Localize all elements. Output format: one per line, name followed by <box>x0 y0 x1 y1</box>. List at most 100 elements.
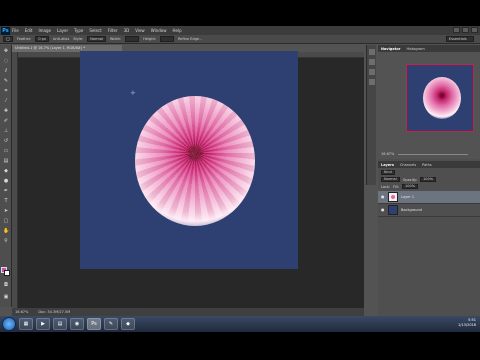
background-color-swatch[interactable] <box>4 270 10 276</box>
tab-histogram[interactable]: Histogram <box>406 47 424 51</box>
tab-navigator[interactable]: Navigator <box>381 47 400 51</box>
fill-input[interactable]: 100% <box>402 184 419 189</box>
eyedropper-tool-icon[interactable]: ⁄ <box>3 99 9 104</box>
dodge-tool-icon[interactable]: ● <box>3 179 9 184</box>
info-panel-icon[interactable] <box>369 69 375 75</box>
feather-label: Feather: <box>16 37 32 41</box>
blend-mode-select[interactable]: Normal <box>381 177 400 182</box>
opacity-input[interactable]: 100% <box>420 177 437 182</box>
status-bar: 16.67% Doc: 34.3M/27.5M <box>12 308 364 316</box>
tab-paths[interactable]: Paths <box>422 163 432 167</box>
layer-name[interactable]: Background <box>401 208 422 212</box>
windows-taskbar: ▦ ▶ ▤ ◉ Ps ✎ ◆ 5:51 1/13/2016 <box>0 316 480 332</box>
path-select-tool-icon[interactable]: ➤ <box>3 209 9 214</box>
style-select[interactable]: Normal <box>87 36 106 42</box>
layer-row[interactable]: ● Background <box>378 204 480 217</box>
blur-tool-icon[interactable]: ◆ <box>3 169 9 174</box>
menu-edit[interactable]: Edit <box>25 28 33 33</box>
options-bar: ◯ Feather: 0 px Anti-alias Style: Normal… <box>0 35 480 44</box>
workspace-select[interactable]: Essentials <box>446 36 474 42</box>
tools-panel: ✥ ◌ ℓ ✎ ⌗ ⁄ ✚ ✐ ⊥ ↺ ▭ ▤ ◆ ● ✒ T ➤ ▢ ✋ ⚲ … <box>0 45 12 307</box>
menu-select[interactable]: Select <box>89 28 101 33</box>
system-tray-clock[interactable]: 5:51 1/13/2016 <box>458 318 476 328</box>
move-tool-icon[interactable]: ✥ <box>3 49 9 54</box>
document-info: Doc: 34.3M/27.5M <box>38 310 71 314</box>
refine-edge-button[interactable]: Refine Edge... <box>178 37 202 41</box>
antialias-checkbox[interactable]: Anti-alias <box>53 37 69 41</box>
history-panel-icon[interactable] <box>369 49 375 55</box>
opacity-label: Opacity: <box>402 177 418 182</box>
lock-label: Lock: <box>381 184 391 189</box>
layer-name[interactable]: Layer 1 <box>401 195 414 199</box>
menu-help[interactable]: Help <box>172 28 181 33</box>
properties-panel-icon[interactable] <box>369 59 375 65</box>
flower-petals <box>135 96 255 226</box>
crop-tool-icon[interactable]: ⌗ <box>3 89 9 94</box>
marquee-tool-preset-icon[interactable]: ◯ <box>3 36 13 42</box>
menu-bar: Ps File Edit Image Layer Type Select Fil… <box>0 26 480 35</box>
eye-icon[interactable]: ● <box>381 195 385 199</box>
vertical-ruler[interactable] <box>12 52 18 308</box>
menu-file[interactable]: File <box>12 28 19 33</box>
menu-window[interactable]: Window <box>151 28 167 33</box>
menu-3d[interactable]: 3D <box>124 28 130 33</box>
paint-taskbar-icon[interactable]: ✎ <box>104 318 118 330</box>
tab-layers[interactable]: Layers <box>381 163 394 167</box>
marquee-tool-icon[interactable]: ◌ <box>3 59 9 64</box>
layers-tabs: Layers Channels Paths <box>378 161 480 168</box>
history-brush-tool-icon[interactable]: ↺ <box>3 139 9 144</box>
eraser-tool-icon[interactable]: ▭ <box>3 149 9 154</box>
layer-thumbnail <box>388 205 398 215</box>
document-canvas[interactable]: + <box>80 51 298 269</box>
lasso-tool-icon[interactable]: ℓ <box>3 69 9 74</box>
hand-tool-icon[interactable]: ✋ <box>3 229 9 234</box>
menu-filter[interactable]: Filter <box>108 28 118 33</box>
zoom-readout[interactable]: 16.67% <box>15 310 28 314</box>
photoshop-taskbar-icon[interactable]: Ps <box>87 318 101 330</box>
zoom-tool-icon[interactable]: ⚲ <box>3 239 9 244</box>
screen-mode-icon[interactable]: ▣ <box>3 295 9 300</box>
minimize-button[interactable] <box>453 27 460 33</box>
width-input[interactable] <box>125 36 140 42</box>
collapsed-panels <box>366 45 376 185</box>
menu-type[interactable]: Type <box>74 28 83 33</box>
menu-image[interactable]: Image <box>38 28 51 33</box>
menu-layer[interactable]: Layer <box>57 28 68 33</box>
maximize-button[interactable] <box>462 27 469 33</box>
layer-filter-select[interactable]: Kind <box>381 170 395 175</box>
brush-tool-icon[interactable]: ✐ <box>3 119 9 124</box>
eye-icon[interactable]: ● <box>381 208 385 212</box>
layer-row[interactable]: ● Layer 1 <box>378 191 480 204</box>
feather-input[interactable]: 0 px <box>35 36 49 42</box>
navigator-zoom-slider[interactable] <box>398 154 468 155</box>
folder-taskbar-icon[interactable]: ▤ <box>53 318 67 330</box>
chrome-taskbar-icon[interactable]: ◉ <box>70 318 84 330</box>
navigator-flower-image <box>423 77 461 119</box>
app-logo: Ps <box>1 26 10 35</box>
navigator-zoom[interactable]: 16.67% <box>381 152 394 156</box>
screen: Ps File Edit Image Layer Type Select Fil… <box>0 0 480 360</box>
quick-mask-icon[interactable]: ◘ <box>3 283 9 288</box>
tab-channels[interactable]: Channels <box>400 163 416 167</box>
media-player-taskbar-icon[interactable]: ▶ <box>36 318 50 330</box>
stamp-tool-icon[interactable]: ⊥ <box>3 129 9 134</box>
right-panel-dock: Navigator Histogram 16.67% Layers Channe… <box>378 45 480 316</box>
navigator-tabs: Navigator Histogram <box>378 45 480 52</box>
healing-tool-icon[interactable]: ✚ <box>3 109 9 114</box>
shape-tool-icon[interactable]: ▢ <box>3 219 9 224</box>
width-label: Width: <box>109 37 122 41</box>
navigator-preview[interactable] <box>406 64 474 132</box>
height-input[interactable] <box>160 36 175 42</box>
menu-view[interactable]: View <box>135 28 145 33</box>
close-button[interactable] <box>471 27 478 33</box>
quick-select-tool-icon[interactable]: ✎ <box>3 79 9 84</box>
start-button[interactable] <box>2 317 16 331</box>
gradient-tool-icon[interactable]: ▤ <box>3 159 9 164</box>
window-controls <box>453 27 478 33</box>
explorer-taskbar-icon[interactable]: ▦ <box>19 318 33 330</box>
character-panel-icon[interactable] <box>369 79 375 85</box>
app-taskbar-icon[interactable]: ◆ <box>121 318 135 330</box>
pen-tool-icon[interactable]: ✒ <box>3 189 9 194</box>
layer-thumbnail <box>388 192 398 202</box>
type-tool-icon[interactable]: T <box>3 199 9 204</box>
